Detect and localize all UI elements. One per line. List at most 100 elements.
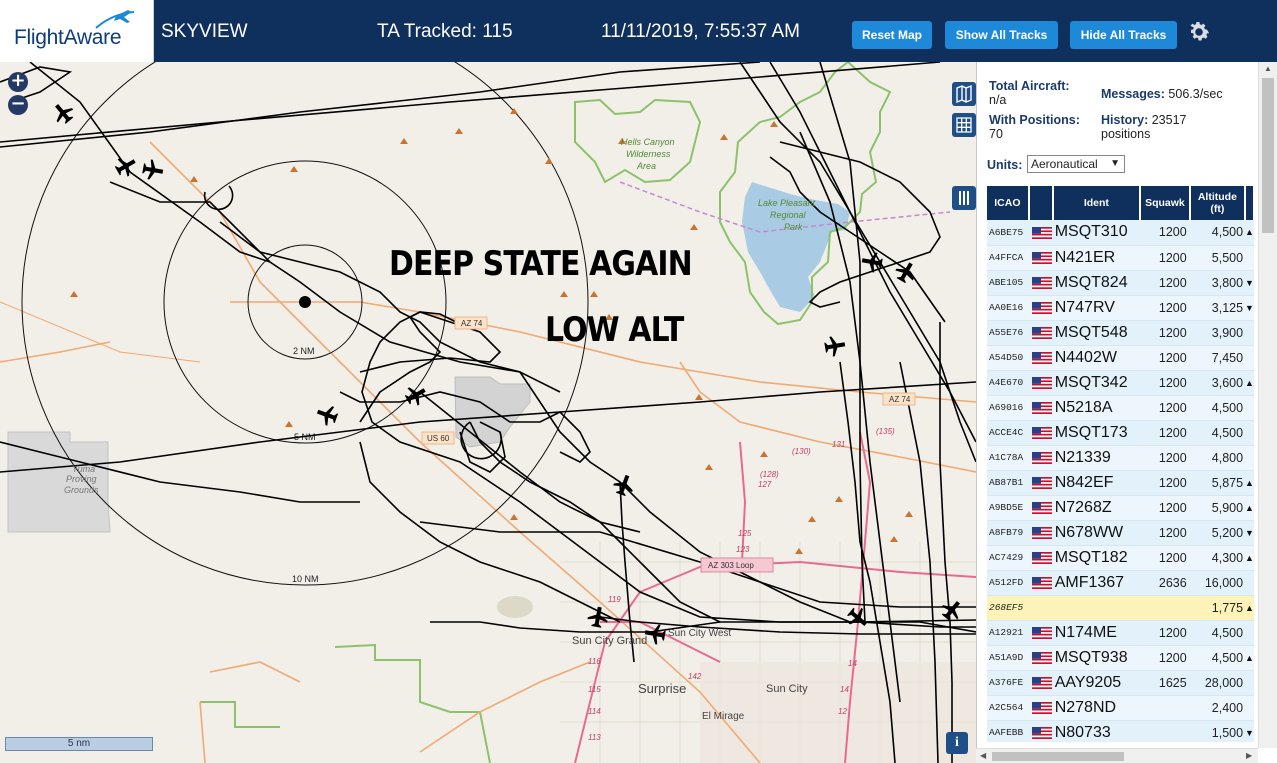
cell-squawk	[1140, 595, 1190, 621]
table-row[interactable]: A376FE AAY9205 1625 28,000	[987, 670, 1254, 696]
cell-squawk: 1200	[1140, 220, 1190, 246]
column-header-icao[interactable]: ICAO	[987, 186, 1030, 220]
zoom-in-button[interactable]: +	[8, 72, 28, 92]
map-canvas[interactable]: 2 NM 5 NM 10 NM Hells Canyon Wilderness …	[0, 62, 976, 763]
aircraft-markers[interactable]	[49, 99, 966, 646]
cell-flag	[1028, 620, 1053, 646]
table-row[interactable]: A2C564 N278ND 2,400	[987, 695, 1254, 721]
cell-flag	[1028, 670, 1053, 696]
airplane-icon[interactable]	[823, 334, 846, 357]
table-row[interactable]: A9BD5E N7268Z 1200 5,900 ▲	[987, 495, 1254, 521]
grid-toggle-button[interactable]	[952, 113, 976, 137]
airplane-icon[interactable]	[141, 158, 164, 181]
svg-text:Proving: Proving	[66, 474, 97, 484]
scrollbar-thumb[interactable]	[1262, 78, 1274, 233]
table-row[interactable]: ACCE4C MSQT173 1200 4,500	[987, 420, 1254, 446]
table-row[interactable]: AC7429 MSQT182 1200 4,300 ▲	[987, 545, 1254, 571]
cell-altitude: 5,500	[1189, 245, 1246, 271]
info-button[interactable]: i	[946, 732, 968, 754]
svg-text:131: 131	[832, 440, 845, 449]
cell-squawk: 1625	[1140, 670, 1190, 696]
cell-altitude: 7,450	[1189, 345, 1246, 371]
table-row[interactable]: A54D50 N4402W 1200 7,450	[987, 345, 1254, 371]
svg-text:US 60: US 60	[427, 434, 450, 443]
airplane-icon[interactable]	[860, 250, 883, 273]
column-header-squawk[interactable]: Squawk	[1140, 186, 1191, 220]
cell-flag	[1028, 420, 1053, 446]
logo-text: FlightAware	[14, 26, 122, 49]
gear-icon[interactable]	[1186, 19, 1212, 45]
total-aircraft-value: n/a	[989, 93, 1007, 107]
table-row[interactable]: A51A9D MSQT938 1200 4,500 ▲	[987, 645, 1254, 671]
cell-squawk: 1200	[1140, 345, 1190, 371]
cell-altitude: 4,800	[1189, 445, 1246, 471]
cell-ident: MSQT173	[1052, 420, 1141, 446]
table-row[interactable]: A4E670 MSQT342 1200 3,600 ▲	[987, 370, 1254, 396]
svg-text:Grounds: Grounds	[64, 485, 99, 495]
table-row[interactable]: A55E76 MSQT548 1200 3,900	[987, 320, 1254, 346]
show-all-tracks-button[interactable]: Show All Tracks	[945, 21, 1058, 49]
svg-text:Surprise: Surprise	[638, 681, 686, 696]
units-select[interactable]: Aeronautical ▼	[1027, 155, 1125, 173]
cell-ident: N174ME	[1052, 620, 1141, 646]
table-row[interactable]: A4FFCA N421ER 1200 5,500	[987, 245, 1254, 271]
cell-ident: MSQT824	[1052, 270, 1141, 296]
table-row[interactable]: AA0E16 N747RV 1200 3,125 ▼	[987, 295, 1254, 321]
flightaware-logo[interactable]: FlightAware	[0, 0, 154, 62]
us-flag-icon	[1031, 552, 1052, 565]
vertical-scrollbar[interactable]: ▲	[1258, 62, 1277, 748]
cell-flag	[1028, 445, 1053, 471]
map-layer-button[interactable]	[952, 82, 976, 106]
hide-all-tracks-button[interactable]: Hide All Tracks	[1070, 21, 1177, 49]
svg-text:El Mirage: El Mirage	[702, 711, 745, 722]
table-row[interactable]: 268EF5 1,775 ▲	[987, 595, 1254, 621]
cell-squawk	[1140, 720, 1190, 742]
us-flag-icon	[1031, 477, 1052, 490]
table-row[interactable]: AAFEBB N80733 1,500 ▼	[987, 720, 1254, 742]
tracked-count: TA Tracked: 115	[377, 21, 513, 42]
map-area[interactable]: 2 NM 5 NM 10 NM Hells Canyon Wilderness …	[0, 62, 976, 763]
cell-flag	[1028, 395, 1053, 421]
us-flag-icon	[1031, 652, 1052, 665]
table-row[interactable]: A1C78A N21339 1200 4,800	[987, 445, 1254, 471]
cell-altitude: 4,500	[1189, 645, 1246, 671]
table-row[interactable]: A12921 N174ME 1200 4,500	[987, 620, 1254, 646]
svg-text:Area: Area	[636, 161, 656, 171]
scrollbar-thumb[interactable]	[992, 752, 1124, 761]
altitude-header-label: Altitude	[1197, 191, 1237, 203]
svg-text:(135): (135)	[876, 427, 895, 436]
aircraft-table-container[interactable]: ICAO Ident Squawk Altitude (ft) A6BE75 MS…	[987, 186, 1255, 742]
table-row[interactable]: A512FD AMF1367 2636 16,000	[987, 570, 1254, 596]
scroll-right-icon[interactable]: ▶	[1246, 751, 1252, 760]
reset-map-button[interactable]: Reset Map	[852, 21, 932, 49]
cell-altitude: 3,800	[1189, 270, 1246, 296]
horizontal-scrollbar[interactable]: ◀ ▶	[976, 748, 1258, 763]
cell-flag	[1028, 495, 1053, 521]
scroll-up-icon[interactable]: ▲	[1264, 64, 1272, 73]
table-row[interactable]: A6BE75 MSQT310 1200 4,500 ▲	[987, 220, 1254, 246]
cell-trend: ▼	[1245, 270, 1254, 296]
cell-ident: N678WW	[1052, 520, 1141, 546]
scroll-left-icon[interactable]: ◀	[980, 751, 986, 760]
ring-label-10nm: 10 NM	[292, 574, 319, 584]
column-header-ident[interactable]: Ident	[1052, 186, 1142, 220]
cell-ident	[1052, 595, 1141, 621]
svg-text:AZ 303 Loop: AZ 303 Loop	[708, 561, 754, 570]
zoom-out-button[interactable]: −	[8, 95, 28, 115]
column-header-flag[interactable]	[1028, 186, 1054, 220]
us-flag-icon	[1031, 277, 1052, 290]
table-row[interactable]: A8FB79 N678WW 1200 5,200 ▼	[987, 520, 1254, 546]
table-row[interactable]: A69016 N5218A 1200 4,500	[987, 395, 1254, 421]
table-row[interactable]: ABE105 MSQT824 1200 3,800 ▼	[987, 270, 1254, 296]
cell-trend: ▼	[1245, 720, 1254, 742]
column-header-altitude[interactable]: Altitude (ft)	[1189, 186, 1247, 220]
cell-altitude: 3,125	[1189, 295, 1246, 321]
cell-icao: AB87B1	[987, 470, 1029, 496]
airplane-icon[interactable]	[49, 99, 77, 127]
airplane-icon[interactable]	[314, 402, 340, 428]
table-row[interactable]: AB87B1 N842EF 1200 5,875 ▲	[987, 470, 1254, 496]
cell-flag	[1028, 270, 1053, 296]
us-flag-icon	[1031, 352, 1052, 365]
panel-toggle-button[interactable]	[952, 186, 976, 210]
column-header-trend	[1245, 186, 1255, 220]
